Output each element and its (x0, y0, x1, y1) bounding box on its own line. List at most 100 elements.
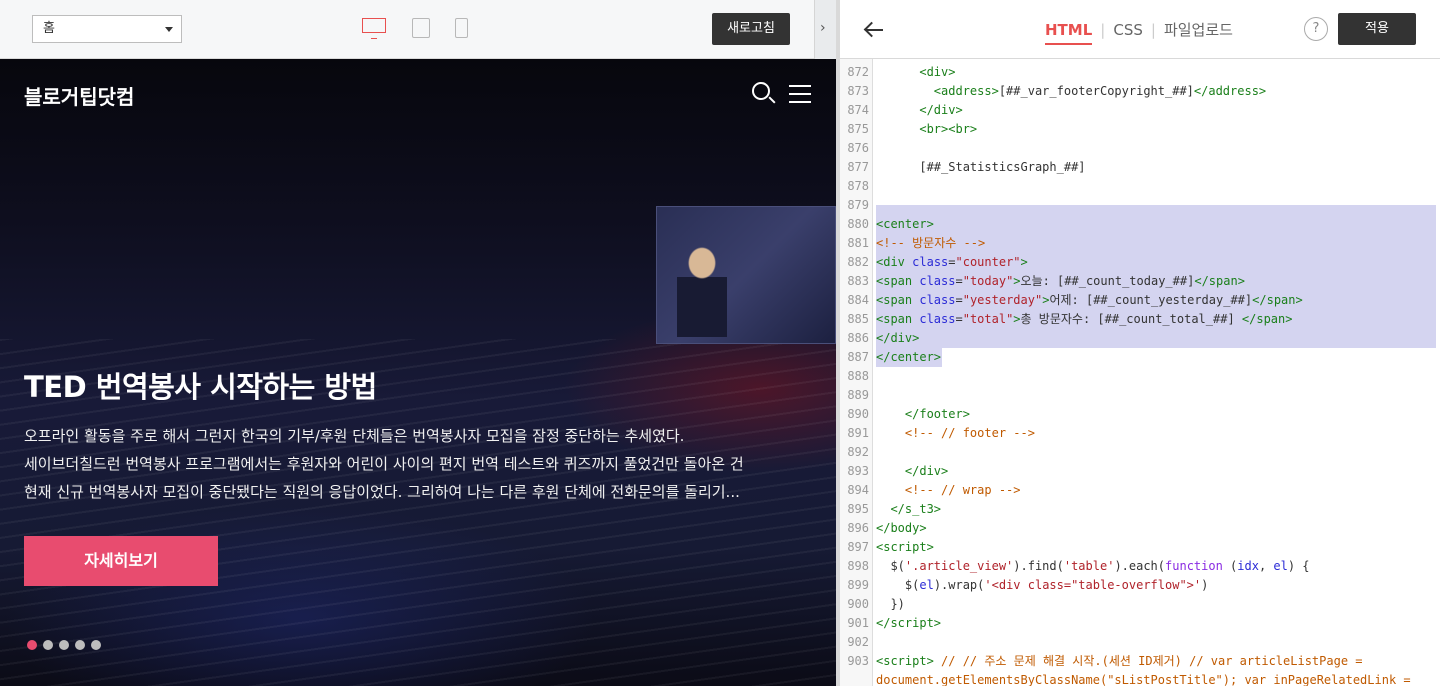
line-number: 893 (847, 464, 869, 478)
code-text: <address>[##_var_footerCopyright_##]</ad… (933, 84, 1267, 98)
line-number: 875 (847, 122, 869, 136)
line-number: 901 (847, 616, 869, 630)
code-line: 899 $(el).wrap('<div class="table-overfl… (840, 576, 1440, 595)
code-line: 875 <br><br> (840, 120, 1440, 139)
code-line: 873 <address>[##_var_footerCopyright_##]… (840, 82, 1440, 101)
code-text: }) (876, 597, 905, 611)
code-line: 872 <div> (840, 63, 1440, 82)
line-number: 903 (847, 654, 869, 668)
code-editor[interactable]: 872 <div> 873 <address>[##_var_footerCop… (840, 59, 1440, 686)
line-number: 886 (847, 331, 869, 345)
chevron-down-icon (165, 27, 173, 32)
line-number: 876 (847, 141, 869, 155)
blog-logo[interactable]: 블로거팁닷컴 (24, 81, 134, 110)
slide-dot[interactable] (27, 640, 37, 650)
line-number: 884 (847, 293, 869, 307)
code-text: <!-- 방문자수 --> (876, 236, 986, 250)
tab-separator: | (1150, 21, 1156, 39)
help-icon[interactable]: ? (1304, 17, 1328, 41)
code-line: 883 <span class="today">오늘: [##_count_tod… (840, 272, 1440, 291)
line-number: 879 (847, 198, 869, 212)
blog-hero: 블로거팁닷컴 TED 번역봉사 시작하는 방법 오프라인 활동을 주로 해서 그… (0, 59, 836, 686)
line-number: 877 (847, 160, 869, 174)
slide-dot[interactable] (43, 640, 53, 650)
slide-pagination (27, 635, 107, 654)
tablet-view-icon[interactable] (412, 18, 430, 38)
line-number: 887 (847, 350, 869, 364)
code-line: document.getElementsByClassName("sListPo… (840, 671, 1440, 686)
code-text: <span class="total">총 방문자수: [##_count_to… (876, 312, 1293, 326)
apply-button[interactable]: 적용 (1338, 13, 1416, 45)
code-text: document.getElementsByClassName("sListPo… (876, 673, 1411, 686)
line-number: 882 (847, 255, 869, 269)
code-line: 886 </div> (840, 329, 1440, 348)
code-text: </s_t3> (890, 502, 942, 516)
code-text: </script> (876, 616, 942, 630)
code-line: 876 (840, 139, 1440, 158)
editor-pane: HTML | CSS | 파일업로드 ? 적용 872 <div> 873 <addre… (840, 0, 1440, 686)
refresh-button[interactable]: 새로고침 (712, 13, 790, 45)
slide-dot[interactable] (75, 640, 85, 650)
slide-dot[interactable] (59, 640, 69, 650)
desktop-view-icon[interactable] (362, 18, 386, 39)
line-number: 894 (847, 483, 869, 497)
line-number: 881 (847, 236, 869, 250)
hamburger-menu-icon[interactable] (789, 85, 811, 103)
code-line: 896 </body> (840, 519, 1440, 538)
tab-file-upload[interactable]: 파일업로드 (1164, 19, 1233, 44)
preview-pane: 홈 새로고침 › 블로거팁닷컴 TED 번역봉사 시작하는 방법 오프라인 활동… (0, 0, 836, 686)
line-number: 888 (847, 369, 869, 383)
stage-screen-image (656, 206, 836, 344)
code-text: <center> (876, 217, 934, 231)
line-number: 889 (847, 388, 869, 402)
code-text: <script> (876, 540, 934, 554)
line-number: 872 (847, 65, 869, 79)
tab-html[interactable]: HTML (1045, 21, 1093, 45)
code-text: $(el).wrap('<div class="table-overflow">… (876, 578, 1209, 592)
line-number: 880 (847, 217, 869, 231)
code-line: 892 (840, 443, 1440, 462)
line-number: 898 (847, 559, 869, 573)
mobile-view-icon[interactable] (455, 18, 468, 38)
line-number: 891 (847, 426, 869, 440)
read-more-button[interactable]: 자세히보기 (24, 536, 218, 586)
search-icon[interactable] (752, 82, 770, 100)
code-line: 893 </div> (840, 462, 1440, 481)
code-line: 879 (840, 196, 1440, 215)
code-line: 889 (840, 386, 1440, 405)
back-arrow-icon[interactable] (864, 20, 884, 40)
code-text: [##_StatisticsGraph_##] (876, 160, 1086, 174)
code-line: 901 </script> (840, 614, 1440, 633)
code-line: 877 [##_StatisticsGraph_##] (840, 158, 1440, 177)
line-number: 896 (847, 521, 869, 535)
line-number: 873 (847, 84, 869, 98)
page-select[interactable]: 홈 (32, 15, 182, 43)
line-number: 892 (847, 445, 869, 459)
line-number: 890 (847, 407, 869, 421)
code-line: 888 (840, 367, 1440, 386)
code-line: 890 </footer> (840, 405, 1440, 424)
code-line: 881 <!-- 방문자수 --> (840, 234, 1440, 253)
tab-css[interactable]: CSS (1113, 21, 1143, 43)
code-text: </div> (919, 103, 963, 117)
code-line: 885 <span class="total">총 방문자수: [##_count… (840, 310, 1440, 329)
code-lines: 872 <div> 873 <address>[##_var_footerCop… (840, 63, 1440, 686)
code-line: 882 <div class="counter"> (840, 253, 1440, 272)
code-text: <span class="today">오늘: [##_count_today_… (876, 274, 1245, 288)
editor-toolbar: HTML | CSS | 파일업로드 ? 적용 (840, 0, 1440, 59)
line-number: 885 (847, 312, 869, 326)
line-number: 874 (847, 103, 869, 117)
code-text: <!-- // wrap --> (904, 483, 1021, 497)
code-text: </div> (904, 464, 949, 478)
line-number: 899 (847, 578, 869, 592)
preview-toolbar: 홈 새로고침 › (0, 0, 836, 59)
collapse-toggle[interactable]: › (814, 0, 836, 59)
tab-separator: | (1100, 21, 1106, 39)
code-line: 903 <script> // // 주소 문제 해결 시작.(세션 ID제거) … (840, 652, 1440, 671)
selection-highlight (876, 215, 1436, 234)
line-number: 902 (847, 635, 869, 649)
code-text: <br><br> (919, 122, 978, 136)
hero-line: 세이브더칠드런 번역봉사 프로그램에서는 후원자와 어린이 사이의 편지 번역 … (24, 455, 744, 473)
code-line: 880 <center> (840, 215, 1440, 234)
slide-dot[interactable] (91, 640, 101, 650)
